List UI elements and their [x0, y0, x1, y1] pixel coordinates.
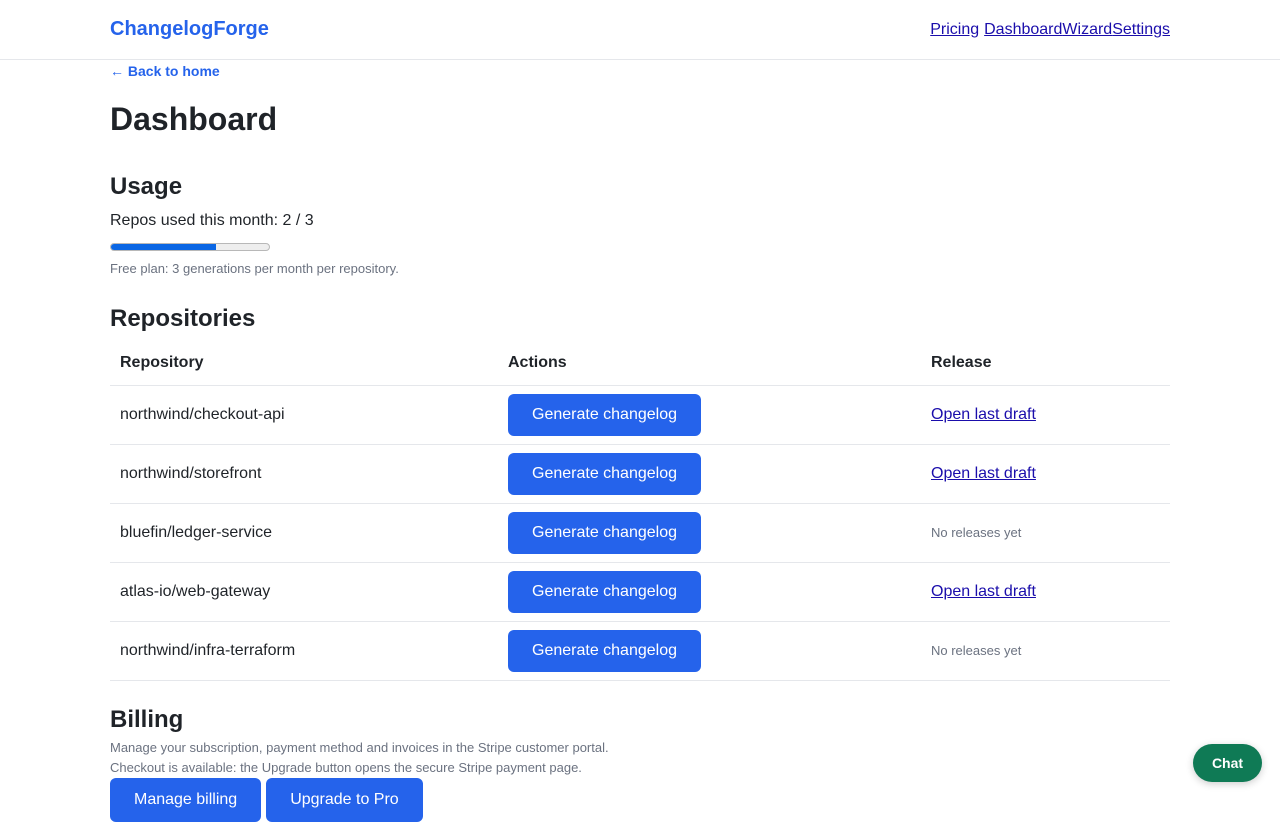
column-header-release: Release	[921, 341, 1170, 386]
nav-pricing[interactable]: Pricing	[930, 21, 979, 39]
top-bar: ChangelogForge Pricing Dashboard Wizard …	[0, 0, 1280, 60]
generate-changelog-button[interactable]: Generate changelog	[508, 571, 701, 613]
no-releases-text: No releases yet	[931, 525, 1022, 540]
no-releases-text: No releases yet	[931, 643, 1022, 658]
chat-button[interactable]: Chat	[1193, 744, 1262, 782]
billing-actions: Manage billing Upgrade to Pro	[110, 778, 1170, 822]
page-title: Dashboard	[110, 101, 278, 137]
column-header-actions: Actions	[498, 341, 921, 386]
brand-logo-link[interactable]: ChangelogForge	[110, 18, 269, 41]
generate-changelog-button[interactable]: Generate changelog	[508, 394, 701, 436]
main-content: ← Back to home Dashboard Usage Repos use…	[0, 60, 1280, 822]
repo-name: bluefin/ledger-service	[110, 503, 498, 563]
repo-name: northwind/infra-terraform	[110, 621, 498, 681]
usage-section: Usage Repos used this month: 2 / 3 Free …	[110, 173, 1170, 276]
table-row: atlas-io/web-gateway Generate changelog …	[110, 562, 1170, 622]
open-last-draft-link[interactable]: Open last draft	[931, 583, 1036, 600]
generate-changelog-button[interactable]: Generate changelog	[508, 453, 701, 495]
generate-changelog-button[interactable]: Generate changelog	[508, 512, 701, 554]
generate-changelog-button[interactable]: Generate changelog	[508, 630, 701, 672]
table-row: northwind/checkout-api Generate changelo…	[110, 385, 1170, 445]
usage-plan-note: Free plan: 3 generations per month per r…	[110, 261, 399, 276]
open-last-draft-link[interactable]: Open last draft	[931, 406, 1036, 423]
table-header-row: Repository Actions Release	[110, 341, 1170, 386]
repo-name: northwind/storefront	[110, 444, 498, 504]
column-header-repository: Repository	[110, 341, 498, 386]
usage-heading: Usage	[110, 173, 183, 200]
billing-checkout-note: Checkout is available: the Upgrade butto…	[110, 760, 582, 775]
usage-progress-fill	[111, 244, 217, 250]
billing-portal-note: Manage your subscription, payment method…	[110, 740, 609, 755]
table-row: northwind/infra-terraform Generate chang…	[110, 621, 1170, 681]
table-row: northwind/storefront Generate changelog …	[110, 444, 1170, 504]
usage-count-text: Repos used this month: 2 / 3	[110, 212, 314, 229]
billing-section: Billing Manage your subscription, paymen…	[110, 706, 1170, 822]
table-row: bluefin/ledger-service Generate changelo…	[110, 503, 1170, 563]
back-to-home-link[interactable]: ← Back to home	[110, 63, 220, 79]
usage-progress-bar	[110, 243, 270, 251]
repositories-section: Repositories Repository Actions Release …	[110, 305, 1170, 681]
nav-settings[interactable]: Settings	[1112, 21, 1170, 39]
main-nav: Pricing Dashboard Wizard Settings	[930, 21, 1170, 39]
billing-heading: Billing	[110, 706, 184, 733]
open-last-draft-link[interactable]: Open last draft	[931, 465, 1036, 482]
nav-wizard[interactable]: Wizard	[1062, 21, 1112, 39]
repositories-table: Repository Actions Release northwind/che…	[110, 341, 1170, 681]
upgrade-to-pro-button[interactable]: Upgrade to Pro	[266, 778, 423, 822]
nav-dashboard[interactable]: Dashboard	[984, 21, 1062, 39]
repo-name: northwind/checkout-api	[110, 385, 498, 445]
manage-billing-button[interactable]: Manage billing	[110, 778, 262, 822]
repositories-heading: Repositories	[110, 305, 256, 332]
repo-name: atlas-io/web-gateway	[110, 562, 498, 622]
